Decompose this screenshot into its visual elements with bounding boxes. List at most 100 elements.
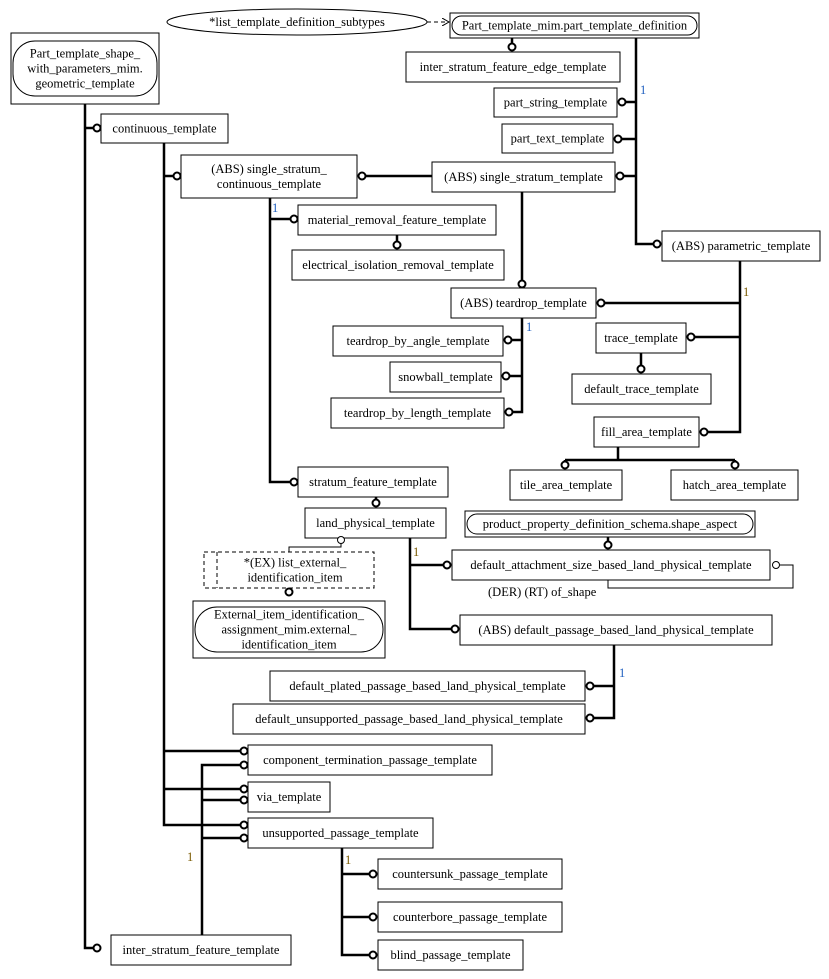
node-label: identification_item xyxy=(241,638,336,652)
node-part-template-definition[interactable]: Part_template_mim.part_template_definiti… xyxy=(449,12,700,39)
node-label: Part_template_mim.part_template_definiti… xyxy=(462,19,688,33)
node-single-stratum-template[interactable]: (ABS) single_stratum_template xyxy=(431,161,616,193)
relationship-end-circle xyxy=(239,760,249,770)
node-list-template-definition-subtypes[interactable]: *list_template_definition_subtypes xyxy=(166,8,428,36)
node-default-trace-template[interactable]: default_trace_template xyxy=(571,373,712,405)
relationship-end-circle xyxy=(371,498,381,508)
node-teardrop-by-angle-template[interactable]: teardrop_by_angle_template xyxy=(332,325,504,357)
relationship-end-circle xyxy=(603,540,613,550)
node-label: product_property_definition_schema.shape… xyxy=(483,517,738,531)
relationship-end-circle xyxy=(772,561,780,569)
cardinality-label: 1 xyxy=(272,201,278,215)
node-inter-stratum-feature-template[interactable]: inter_stratum_feature_template xyxy=(110,934,292,966)
node-label: default_plated_passage_based_land_physic… xyxy=(289,679,566,693)
node-part-string-template[interactable]: part_string_template xyxy=(493,87,618,118)
cardinality-label: 1 xyxy=(345,853,351,867)
node-label: (ABS) parametric_template xyxy=(672,239,811,253)
node-label: continuous_template xyxy=(217,177,322,191)
node-external-identification-item[interactable]: External_item_identification_assignment_… xyxy=(192,600,386,659)
cardinality-label: 1 xyxy=(640,83,646,97)
node-default-passage-based-land-physical-template[interactable]: (ABS) default_passage_based_land_physica… xyxy=(459,614,773,646)
node-label: material_removal_feature_template xyxy=(308,213,487,227)
relationship-line xyxy=(563,447,737,465)
node-label: *(EX) list_external_ xyxy=(244,556,347,570)
cardinality-label: 1 xyxy=(619,666,625,680)
relationship-end-circle xyxy=(239,833,249,843)
node-label: countersunk_passage_template xyxy=(392,867,548,881)
node-stratum-feature-template[interactable]: stratum_feature_template xyxy=(297,466,449,498)
relationship-end-circle xyxy=(239,784,249,794)
node-label: default_attachment_size_based_land_physi… xyxy=(470,558,752,572)
node-label: default_unsupported_passage_based_land_p… xyxy=(255,712,563,726)
node-label: fill_area_template xyxy=(601,425,692,439)
cardinality-label: 1 xyxy=(187,850,193,864)
node-countersunk-passage-template[interactable]: countersunk_passage_template xyxy=(377,858,563,890)
node-default-attachment-size-based-land-physical-template[interactable]: default_attachment_size_based_land_physi… xyxy=(451,549,771,581)
node-hatch-area-template[interactable]: hatch_area_template xyxy=(670,469,799,501)
relationship-end-circle xyxy=(368,869,378,879)
node-label: component_termination_passage_template xyxy=(263,753,477,767)
relationship-line xyxy=(590,645,616,720)
relationship-end-circle xyxy=(239,746,249,756)
node-default-plated-passage-based-land-physical-template[interactable]: default_plated_passage_based_land_physic… xyxy=(269,670,586,702)
node-label: part_text_template xyxy=(511,132,605,146)
node-continuous-template[interactable]: continuous_template xyxy=(100,113,229,144)
relationship-end-circle xyxy=(613,134,623,144)
node-label: continuous_template xyxy=(112,122,217,136)
node-label: teardrop_by_length_template xyxy=(344,406,492,420)
relationship-end-circle xyxy=(450,624,460,634)
node-material-removal-feature-template[interactable]: material_removal_feature_template xyxy=(297,204,497,236)
node-via-template[interactable]: via_template xyxy=(247,781,331,813)
node-shape-aspect[interactable]: product_property_definition_schema.shape… xyxy=(464,510,756,538)
node-teardrop-template[interactable]: (ABS) teardrop_template xyxy=(450,287,597,319)
relationship-end-circle xyxy=(337,536,345,544)
relationship-end-circle xyxy=(636,364,646,374)
node-label: (ABS) single_stratum_ xyxy=(211,162,327,176)
cardinality-label: 1 xyxy=(743,285,749,299)
node-electrical-isolation-removal-template[interactable]: electrical_isolation_removal_template xyxy=(291,249,505,281)
cardinality-label: 1 xyxy=(526,320,532,334)
relationship-end-circle xyxy=(517,279,527,289)
node-label: with_parameters_mim. xyxy=(27,62,143,76)
node-unsupported-passage-template[interactable]: unsupported_passage_template xyxy=(247,817,434,849)
node-part-text-template[interactable]: part_text_template xyxy=(501,123,614,154)
relationship-end-circle xyxy=(504,407,514,417)
cardinality-label: 1 xyxy=(413,545,419,559)
node-label: electrical_isolation_removal_template xyxy=(302,258,494,272)
relationship-end-circle xyxy=(392,240,402,250)
node-blind-passage-template[interactable]: blind_passage_template xyxy=(377,939,524,971)
relationship-end-circle xyxy=(585,681,595,691)
node-tile-area-template[interactable]: tile_area_template xyxy=(509,469,623,501)
node-single-stratum-continuous-template[interactable]: (ABS) single_stratum_continuous_template xyxy=(180,154,358,199)
relationship-line xyxy=(162,143,243,827)
relationship-end-circle xyxy=(503,335,513,345)
relationship-end-circle xyxy=(585,713,595,723)
node-teardrop-by-length-template[interactable]: teardrop_by_length_template xyxy=(330,397,505,429)
node-list-external-identification-item[interactable]: *(EX) list_external_identification_item xyxy=(203,551,375,589)
node-parametric-template[interactable]: (ABS) parametric_template xyxy=(661,230,821,262)
relationship-end-circle xyxy=(289,214,299,224)
node-fill-area-template[interactable]: fill_area_template xyxy=(593,416,700,448)
node-default-unsupported-passage-based-land-physical-template[interactable]: default_unsupported_passage_based_land_p… xyxy=(232,703,586,735)
node-label: inter_stratum_feature_edge_template xyxy=(420,60,607,74)
relationship-end-circle xyxy=(289,477,299,487)
relationship-end-circle xyxy=(368,912,378,922)
node-counterbore-passage-template[interactable]: counterbore_passage_template xyxy=(377,901,563,933)
node-trace-template[interactable]: trace_template xyxy=(595,322,687,354)
node-geometric-template[interactable]: Part_template_shape_with_parameters_mim.… xyxy=(10,32,160,105)
relationship-end-circle xyxy=(686,332,696,342)
relationship-end-circle xyxy=(92,123,102,133)
relationship-end-circle xyxy=(172,171,182,181)
node-inter-stratum-feature-edge-template[interactable]: inter_stratum_feature_edge_template xyxy=(405,51,621,83)
relationship-end-circle xyxy=(239,820,249,830)
node-label: stratum_feature_template xyxy=(309,475,437,489)
relationship-end-circle xyxy=(652,239,662,249)
node-snowball-template[interactable]: snowball_template xyxy=(389,361,502,393)
express-g-diagram: Part_template_shape_with_parameters_mim.… xyxy=(10,8,821,971)
node-label: identification_item xyxy=(247,571,342,585)
node-land-physical-template[interactable]: land_physical_template xyxy=(304,507,447,539)
node-component-termination-passage-template[interactable]: component_termination_passage_template xyxy=(247,744,493,776)
node-label: snowball_template xyxy=(398,370,493,384)
relationship-line xyxy=(83,104,96,950)
node-label: Part_template_shape_ xyxy=(30,47,141,61)
